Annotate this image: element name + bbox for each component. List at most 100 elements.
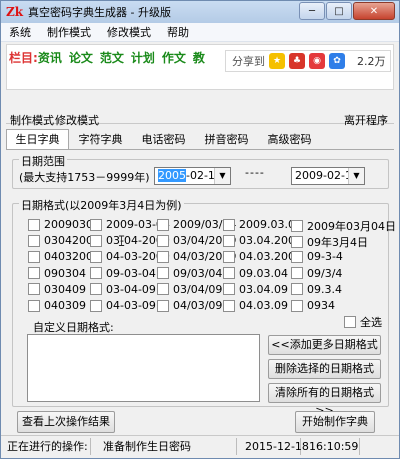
window-controls: ─ □ ✕ [299, 2, 395, 20]
checkbox-box[interactable] [291, 283, 303, 296]
status-time: 16:10:59 [305, 438, 360, 455]
checkbox-box[interactable] [28, 299, 40, 312]
checkbox-box[interactable] [223, 283, 235, 296]
checkbox-box[interactable] [291, 299, 303, 312]
banner-link[interactable]: 论文 [69, 49, 93, 66]
menu-bar: 系统 制作模式 修改模式 帮助 [1, 23, 399, 42]
date-format-option[interactable]: 0934 [291, 299, 335, 312]
exit-program-tab[interactable]: 离开程序 [344, 112, 388, 128]
end-date-picker[interactable]: 2009-02-18 ▼ [291, 167, 365, 185]
weibo-icon[interactable]: ◉ [309, 53, 325, 69]
minimize-button[interactable]: ─ [299, 2, 325, 20]
checkbox-box[interactable] [90, 299, 102, 312]
status-label: 正在进行的操作: [3, 438, 91, 455]
date-range-separator: ---- [245, 166, 265, 179]
date-format-option[interactable]: 090304 [28, 267, 86, 280]
chevron-down-icon[interactable]: ▼ [348, 168, 364, 184]
checkbox-box[interactable] [157, 234, 169, 247]
date-format-label: 2009年03月04日 [307, 220, 396, 233]
banner-link[interactable]: 计划 [131, 49, 155, 66]
checkbox-box[interactable] [291, 267, 303, 280]
title-bar[interactable]: Zk 真空密码字典生成器 - 升级版 ─ □ ✕ [1, 1, 399, 23]
checkbox-box[interactable] [291, 250, 303, 263]
date-format-option[interactable]: 09年3月4日 [291, 234, 368, 250]
menu-help[interactable]: 帮助 [159, 23, 197, 42]
date-format-option[interactable]: 030409 [28, 283, 86, 296]
banner-link[interactable]: 教 [193, 49, 205, 66]
date-format-option[interactable]: 04/03/09 [157, 299, 222, 312]
status-bar: 正在进行的操作: 准备制作生日密码 2015-12-18 16:10:59 [1, 435, 399, 457]
tab-make-mode[interactable]: 制作模式 [10, 112, 54, 128]
tab-character[interactable]: 字符字典 [69, 130, 132, 149]
date-format-option[interactable]: 03-04-09 [90, 283, 156, 296]
date-format-option[interactable]: 09.03.04 [223, 267, 288, 280]
menu-make-mode[interactable]: 制作模式 [39, 23, 99, 42]
add-format-button[interactable]: <<添加更多日期格式 [268, 335, 381, 355]
date-format-label: 09年3月4日 [307, 236, 368, 250]
tab-phone[interactable]: 电话密码 [132, 130, 195, 149]
date-format-option[interactable]: 09/3/4 [291, 267, 342, 280]
date-format-option[interactable]: 09-03-04 [90, 267, 156, 280]
select-all-checkbox[interactable]: 全选 [344, 314, 382, 330]
checkbox-box[interactable] [90, 234, 102, 247]
tab-modify-mode[interactable]: 修改模式 [55, 112, 99, 128]
date-format-option[interactable]: 04.03.09 [223, 299, 288, 312]
qzone-icon[interactable]: ★ [269, 53, 285, 69]
start-generate-button[interactable]: 开始制作字典 [295, 411, 375, 433]
checkbox-box[interactable] [90, 283, 102, 296]
cursor-icon: ꕯ [118, 234, 126, 250]
app-logo-icon: Zk [6, 5, 24, 19]
date-format-option[interactable]: 03/04/09 [157, 283, 222, 296]
date-format-option[interactable]: 03.04.09 [223, 283, 288, 296]
clear-all-formats-button[interactable]: 清除所有的日期格式>> [268, 383, 381, 417]
checkbox-box[interactable] [28, 283, 40, 296]
checkbox-box[interactable] [28, 218, 40, 231]
checkbox-box[interactable] [157, 250, 169, 263]
checkbox-box[interactable] [157, 299, 169, 312]
date-format-option[interactable]: 04-03-09 [90, 299, 156, 312]
start-date-picker[interactable]: 2005-02-18 ▼ [154, 167, 231, 185]
view-last-result-button[interactable]: 查看上次操作结果 [17, 411, 115, 433]
tab-advanced[interactable]: 高级密码 [258, 130, 321, 149]
renren-icon[interactable]: ♣ [289, 53, 305, 69]
checkbox-box[interactable] [344, 316, 356, 328]
checkbox-box[interactable] [223, 218, 235, 231]
menu-system[interactable]: 系统 [1, 23, 39, 42]
date-format-label: 0934 [307, 299, 335, 312]
checkbox-box[interactable] [223, 250, 235, 263]
checkbox-box[interactable] [28, 250, 40, 263]
banner-link[interactable]: 范文 [100, 49, 124, 66]
checkbox-box[interactable] [90, 267, 102, 280]
checkbox-box[interactable] [223, 267, 235, 280]
date-format-option[interactable]: 2009年03月04日 [291, 218, 396, 234]
tab-birthday[interactable]: 生日字典 [6, 129, 69, 149]
baidu-icon[interactable]: ✿ [329, 53, 345, 69]
chevron-down-icon[interactable]: ▼ [214, 168, 230, 184]
checkbox-box[interactable] [28, 267, 40, 280]
menu-modify-mode[interactable]: 修改模式 [99, 23, 159, 42]
share-label: 分享到 [232, 55, 265, 68]
delete-selected-format-button[interactable]: 删除选择的日期格式>> [268, 359, 381, 393]
date-format-label: 09-03-04 [106, 266, 156, 280]
checkbox-box[interactable] [157, 267, 169, 280]
close-button[interactable]: ✕ [353, 2, 395, 20]
checkbox-box[interactable] [291, 220, 303, 232]
checkbox-box[interactable] [223, 299, 235, 312]
checkbox-box[interactable] [223, 234, 235, 247]
banner-link[interactable]: 资讯 [38, 49, 62, 66]
checkbox-box[interactable] [157, 218, 169, 231]
select-all-label: 全选 [360, 316, 382, 329]
banner-link[interactable]: 作文 [162, 49, 186, 66]
checkbox-box[interactable] [157, 283, 169, 296]
date-format-option[interactable]: 09/03/04 [157, 267, 222, 280]
checkbox-box[interactable] [291, 236, 303, 249]
maximize-button[interactable]: □ [326, 2, 352, 20]
custom-format-input[interactable] [27, 334, 260, 402]
checkbox-box[interactable] [28, 234, 40, 247]
checkbox-box[interactable] [90, 218, 102, 231]
date-format-option[interactable]: 09-3-4 [291, 250, 343, 263]
date-format-option[interactable]: 09.3.4 [291, 283, 342, 296]
date-format-option[interactable]: 040309 [28, 299, 86, 312]
tab-pinyin[interactable]: 拼音密码 [195, 130, 258, 149]
checkbox-box[interactable] [90, 250, 102, 263]
